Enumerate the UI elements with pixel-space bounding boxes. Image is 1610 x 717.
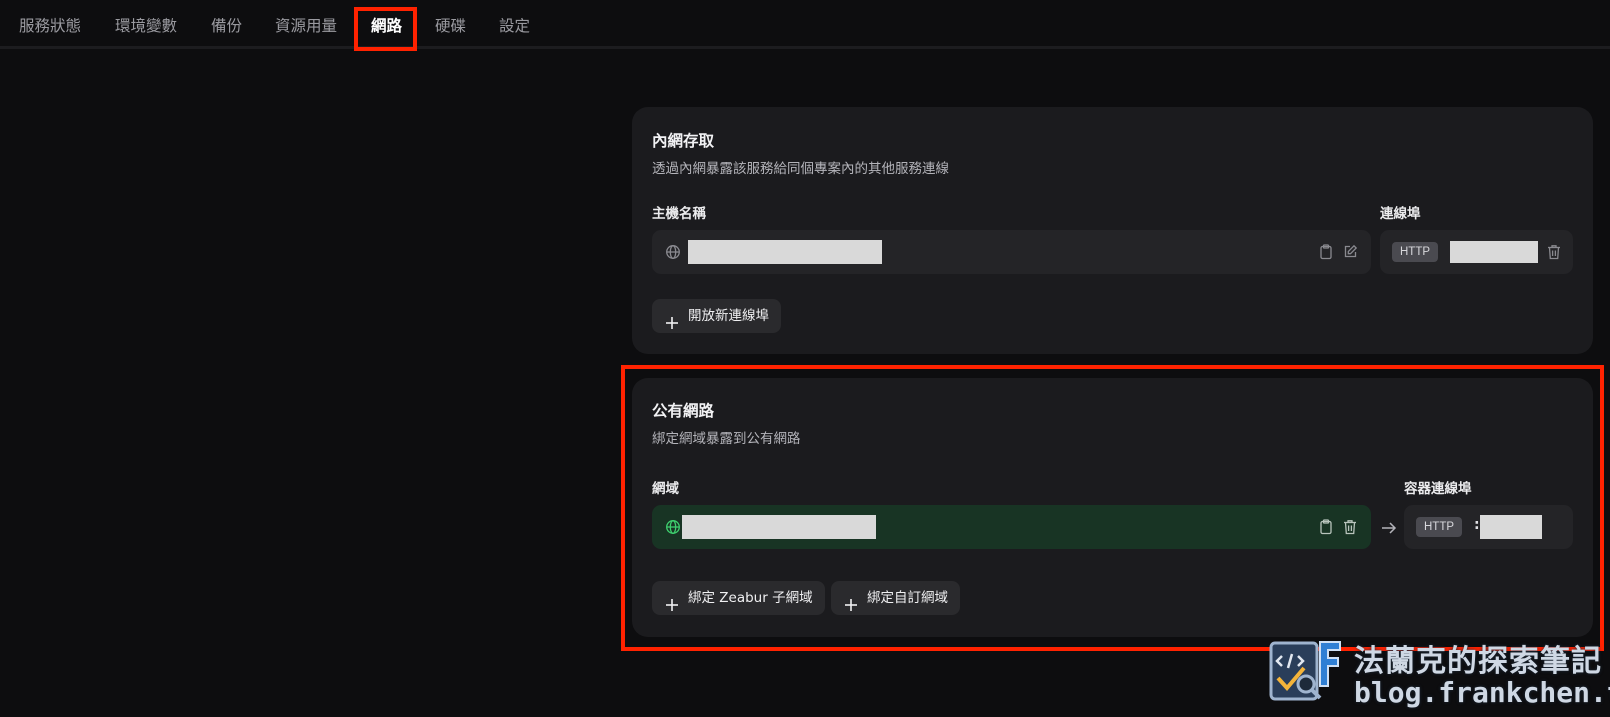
- edit-icon[interactable]: [1343, 244, 1358, 259]
- clipboard-icon[interactable]: [1319, 244, 1333, 260]
- tab-bar: 服務狀態 環境變數 備份 資源用量 網路 硬碟 設定: [0, 0, 1610, 49]
- public-network-highlight-box: [621, 365, 1604, 651]
- tab-backup[interactable]: 備份: [211, 14, 242, 36]
- hostname-field[interactable]: [652, 230, 1371, 274]
- internal-title: 內網存取: [652, 132, 715, 150]
- port-value-redacted: [1450, 241, 1538, 263]
- add-port-button[interactable]: 開放新連線埠: [652, 299, 781, 333]
- tab-environment-variables[interactable]: 環境變數: [115, 14, 177, 36]
- tab-resource-usage[interactable]: 資源用量: [275, 14, 337, 36]
- internal-description: 透過內網暴露該服務給同個專案內的其他服務連線: [652, 161, 949, 177]
- trash-icon[interactable]: [1547, 244, 1561, 260]
- watermark-title: 法蘭克的探索筆記: [1354, 644, 1602, 679]
- watermark: 法蘭克的探索筆記 blog.frankchen.tw: [1268, 636, 1610, 716]
- hostname-label: 主機名稱: [652, 206, 706, 222]
- hostname-value-redacted: [688, 240, 882, 264]
- globe-icon: [665, 244, 681, 260]
- watermark-url: blog.frankchen.tw: [1354, 676, 1610, 709]
- port-label: 連線埠: [1380, 206, 1421, 222]
- tab-disk[interactable]: 硬碟: [435, 14, 466, 36]
- tab-highlight-box: [354, 7, 417, 51]
- tab-service-status[interactable]: 服務狀態: [19, 14, 81, 36]
- port-protocol-tag: HTTP: [1392, 242, 1439, 262]
- port-field[interactable]: HTTP: [1380, 230, 1573, 274]
- plus-icon: [665, 309, 679, 343]
- internal-network-card: 內網存取 透過內網暴露該服務給同個專案內的其他服務連線 主機名稱 連線埠 HTT…: [632, 107, 1593, 354]
- blog-logo-icon: [1268, 638, 1344, 714]
- tab-settings[interactable]: 設定: [499, 14, 530, 36]
- add-port-button-label: 開放新連線埠: [688, 308, 769, 324]
